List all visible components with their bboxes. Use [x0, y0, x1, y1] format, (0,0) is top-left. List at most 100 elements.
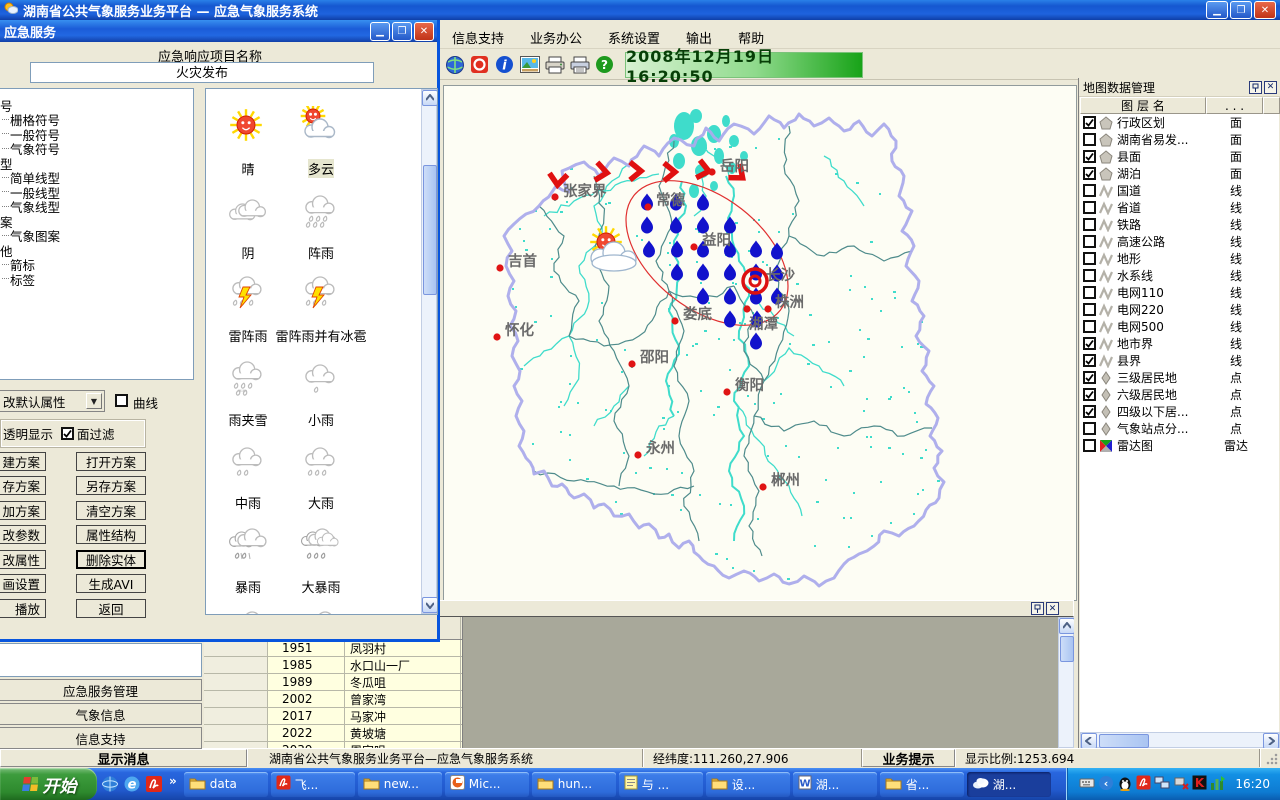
quicklaunch-ie-icon[interactable]: e	[123, 775, 141, 793]
net-off-icon[interactable]	[1173, 775, 1189, 794]
globe-icon[interactable]	[444, 54, 465, 75]
window-titlebar[interactable]: 湖南省公共气象服务业务平台 — 应急气象服务系统 ▁ ❐ ✕	[0, 0, 1280, 20]
start-button[interactable]: 开始	[0, 768, 97, 800]
dialog-button-生成AVI[interactable]: 生成AVI	[76, 574, 146, 593]
dialog-titlebar[interactable]: 应急服务 ▁ ❐ ✕	[0, 20, 437, 42]
pin-icon[interactable]	[1031, 602, 1044, 615]
layer-checkbox[interactable]	[1083, 184, 1096, 197]
scroll-up-icon[interactable]	[1059, 618, 1074, 634]
weather-symbol-gallery[interactable]: 晴多云阴阵雨雷阵雨雷阵雨并有冰雹**雨夹雪小雨中雨大雨暴雨大暴雨	[205, 88, 438, 615]
dialog-button-播放[interactable]: 播放	[0, 599, 46, 618]
taskbar-task-4[interactable]: hun...	[532, 772, 616, 797]
printer2-icon[interactable]	[569, 54, 590, 75]
taskbar-task-9[interactable]: 湖...	[967, 772, 1051, 797]
layer-name[interactable]: 电网220	[1117, 301, 1164, 318]
dialog-button-加方案[interactable]: 加方案	[0, 501, 46, 520]
layer-checkbox[interactable]	[1083, 218, 1096, 231]
taskbar-task-3[interactable]: Mic...	[445, 772, 529, 797]
tree-item-12[interactable]: 标签	[0, 272, 193, 287]
close-icon[interactable]: ✕	[1264, 81, 1277, 94]
scroll-right-icon[interactable]	[1263, 733, 1279, 749]
sidebar-button-1[interactable]: 气象信息	[0, 703, 202, 725]
stop-icon[interactable]	[469, 54, 490, 75]
business-hint-button[interactable]: 业务提示	[862, 749, 955, 767]
kaspersky-icon[interactable]: K	[1192, 775, 1207, 794]
layer-checkbox[interactable]	[1083, 252, 1096, 265]
scroll-left-icon[interactable]	[1081, 733, 1097, 749]
table-row[interactable]: 1989冬瓜咀	[204, 674, 462, 691]
image-icon[interactable]	[519, 54, 540, 75]
layer-name[interactable]: 湖泊	[1117, 165, 1141, 182]
dialog-button-改属性[interactable]: 改属性	[0, 550, 46, 569]
layer-checkbox[interactable]	[1083, 388, 1096, 401]
menu-item-0[interactable]: 信息支持	[452, 28, 504, 47]
taskbar-task-5[interactable]: 与 ...	[619, 772, 703, 797]
bottom-vscrollbar[interactable]	[1058, 617, 1074, 748]
layer-name[interactable]: 行政区划	[1117, 114, 1165, 131]
layer-checkbox[interactable]	[1083, 201, 1096, 214]
scroll-thumb[interactable]	[1060, 636, 1074, 662]
taskbar-task-1[interactable]: 飞...	[271, 772, 355, 797]
scroll-down-icon[interactable]	[422, 597, 438, 613]
weather-symbol-bigstorm[interactable]	[300, 524, 342, 566]
face-filter-checkbox[interactable]	[61, 427, 74, 440]
weather-symbol-cloud[interactable]	[227, 190, 269, 232]
layer-name[interactable]: 国道	[1117, 182, 1141, 199]
quicklaunch-expand-icon[interactable]: »	[169, 774, 177, 788]
dialog-button-改参数[interactable]: 改参数	[0, 525, 46, 544]
layer-name[interactable]: 地市界	[1117, 335, 1153, 352]
taskbar-task-6[interactable]: 设...	[706, 772, 790, 797]
minimize-button[interactable]: ▁	[370, 22, 390, 41]
dialog-button-返回[interactable]: 返回	[76, 599, 146, 618]
symbols-vscrollbar[interactable]	[421, 89, 437, 614]
weather-symbol-shower[interactable]	[300, 190, 342, 232]
quicklaunch-reader-icon[interactable]	[145, 775, 163, 793]
layer-checkbox[interactable]	[1083, 337, 1096, 350]
layers-hscrollbar[interactable]	[1080, 732, 1280, 748]
close-icon[interactable]: ✕	[1046, 602, 1059, 615]
lang-icon[interactable]: ‹	[1098, 775, 1114, 794]
maximize-button[interactable]: ❐	[392, 22, 412, 41]
scroll-thumb[interactable]	[423, 165, 437, 295]
layers-column-header-extra[interactable]	[1263, 97, 1280, 114]
layer-name[interactable]: 电网500	[1117, 318, 1164, 335]
chevron-down-icon[interactable]: ▼	[86, 393, 102, 409]
scroll-thumb[interactable]	[1099, 734, 1149, 748]
layer-name[interactable]: 县界	[1117, 352, 1141, 369]
default-attr-dropdown[interactable]: 改默认属性 ▼	[0, 390, 105, 412]
layer-checkbox[interactable]	[1083, 371, 1096, 384]
sidebar-button-0[interactable]: 应急服务管理	[0, 679, 202, 701]
layer-name[interactable]: 高速公路	[1117, 233, 1165, 250]
table-row[interactable]: 2022黄坡塘	[204, 725, 462, 742]
help-icon[interactable]: ?	[594, 54, 615, 75]
taskbar-task-8[interactable]: 省...	[880, 772, 964, 797]
layer-checkbox[interactable]	[1083, 133, 1096, 146]
layer-checkbox[interactable]	[1083, 354, 1096, 367]
sidebar-button-2[interactable]: 信息支持	[0, 727, 202, 749]
weather-symbol-thunder[interactable]	[227, 273, 269, 315]
layer-name[interactable]: 六级居民地	[1117, 386, 1177, 403]
table-row[interactable]: 1985水口山一厂	[204, 657, 462, 674]
layer-checkbox[interactable]	[1083, 320, 1096, 333]
close-button[interactable]: ✕	[1254, 1, 1276, 19]
weather-symbol-storm[interactable]	[227, 524, 269, 566]
keyboard-icon[interactable]	[1079, 775, 1095, 794]
layer-name[interactable]: 电网110	[1117, 284, 1164, 301]
menu-item-1[interactable]: 业务办公	[530, 28, 582, 47]
weather-symbol-rain1[interactable]	[300, 357, 342, 399]
layer-checkbox[interactable]	[1083, 405, 1096, 418]
layer-name[interactable]: 水系线	[1117, 267, 1153, 284]
sidebar-listbox[interactable]	[0, 643, 202, 677]
pin-icon[interactable]	[1249, 81, 1262, 94]
map-panel[interactable]: 岳阳张家界常德益阳长沙吉首娄底株洲湘潭怀化邵阳衡阳永州郴州	[443, 85, 1077, 601]
layer-checkbox[interactable]	[1083, 439, 1096, 452]
layer-checkbox[interactable]	[1083, 116, 1096, 129]
layer-checkbox[interactable]	[1083, 286, 1096, 299]
dialog-button-存方案[interactable]: 存方案	[0, 476, 46, 495]
layer-checkbox[interactable]	[1083, 167, 1096, 180]
layer-checkbox[interactable]	[1083, 422, 1096, 435]
symbol-type-tree[interactable]: 号栅格符号一般符号气象符号型简单线型一般线型气象线型案气象图案他箭标标签	[0, 88, 194, 380]
layer-name[interactable]: 雷达图	[1117, 437, 1153, 454]
layer-name[interactable]: 气象站点分...	[1117, 420, 1188, 437]
weather-symbol-storm[interactable]	[300, 607, 342, 615]
